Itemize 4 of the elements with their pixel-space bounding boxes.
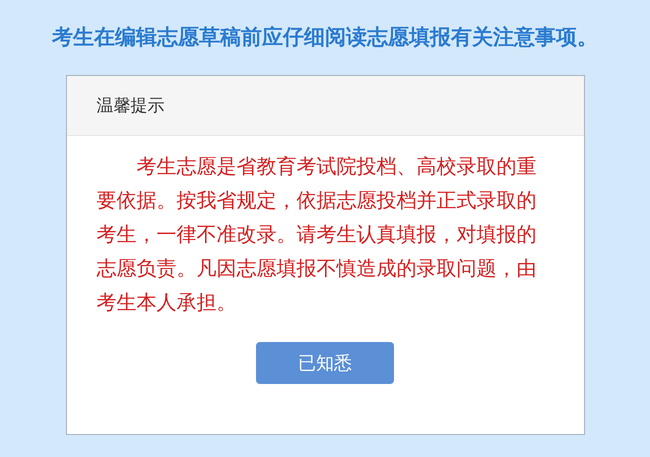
- acknowledge-button[interactable]: 已知悉: [256, 342, 394, 384]
- notice-message: 考生志愿是省教育考试院投档、高校录取的重要依据。按我省规定，依据志愿投档并正式录取的考生，一律不准改录。请考生认真填报，对填报的志愿负责。凡因志愿填报不慎造成的录取问题，由考生本人承担。: [96, 155, 538, 316]
- dialog-title: 温馨提示: [96, 94, 164, 117]
- page-heading: 考生在编辑志愿草稿前应仔细阅读志愿填报有关注意事项。: [52, 24, 598, 51]
